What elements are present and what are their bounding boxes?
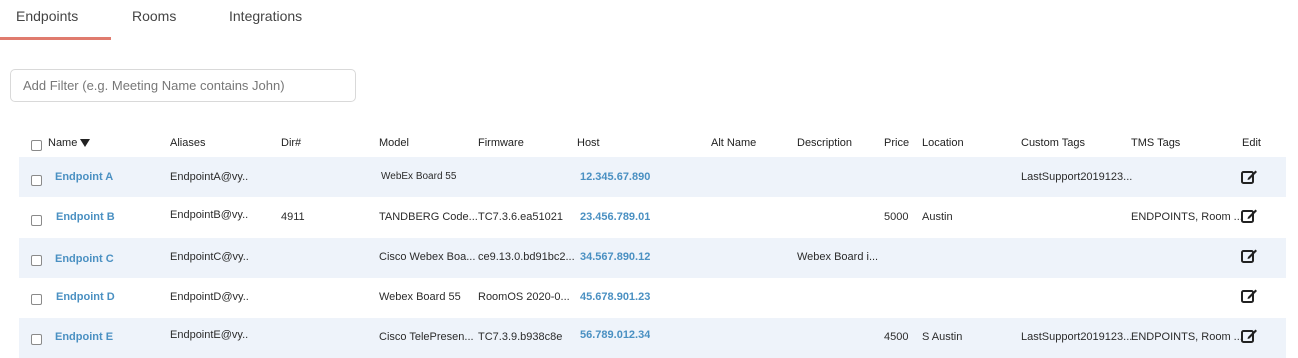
endpoint-name-link[interactable]: Endpoint D <box>56 291 115 303</box>
header-edit: Edit <box>1242 137 1261 149</box>
cell-model: TANDBERG Code... <box>379 211 478 223</box>
row-checkbox[interactable] <box>31 175 42 186</box>
select-all-checkbox[interactable] <box>31 140 42 151</box>
cell-price: 4500 <box>884 331 909 343</box>
cell-tms-tags: ENDPOINTS, Room ... <box>1131 211 1243 223</box>
cell-aliases: EndpointC@vy.. <box>170 251 249 263</box>
endpoint-name-link[interactable]: Endpoint C <box>55 253 114 265</box>
table-row: Endpoint B EndpointB@vy.. 4911 TANDBERG … <box>19 197 1286 237</box>
cell-tms-tags: ENDPOINTS, Room ... <box>1131 331 1243 343</box>
header-description[interactable]: Description <box>797 137 852 149</box>
cell-aliases: EndpointB@vy.. <box>170 209 249 221</box>
cell-host: 23.456.789.01 <box>580 211 651 223</box>
table-row: Endpoint A EndpointA@vy.. WebEx Board 55… <box>19 157 1286 197</box>
header-model[interactable]: Model <box>379 137 409 149</box>
filter-input[interactable] <box>10 69 356 102</box>
tab-endpoints[interactable]: Endpoints <box>16 8 78 24</box>
cell-aliases: EndpointA@vy.. <box>170 171 249 183</box>
header-name-label: Name <box>48 137 78 149</box>
cell-location: Austin <box>922 211 953 223</box>
cell-custom-tags: LastSupport2019123... <box>1021 331 1133 343</box>
header-price[interactable]: Price <box>884 137 909 149</box>
row-checkbox[interactable] <box>31 215 42 226</box>
cell-model: Cisco TelePresen... <box>379 331 474 343</box>
tab-integrations[interactable]: Integrations <box>229 8 302 24</box>
edit-icon[interactable] <box>1240 287 1258 305</box>
table-row: Endpoint D EndpointD@vy.. Webex Board 55… <box>19 278 1286 318</box>
header-tms-tags[interactable]: TMS Tags <box>1131 137 1180 149</box>
tab-bar: Endpoints Rooms Integrations <box>0 0 420 40</box>
cell-location: S Austin <box>922 331 963 343</box>
table-row: Endpoint C EndpointC@vy.. Cisco Webex Bo… <box>19 238 1286 278</box>
cell-aliases: EndpointD@vy.. <box>170 291 249 303</box>
cell-host: 12.345.67.890 <box>580 171 651 183</box>
cell-host: 56.789.012.34 <box>580 329 651 341</box>
cell-dir: 4911 <box>281 211 305 223</box>
cell-custom-tags: LastSupport2019123... <box>1021 171 1133 183</box>
header-dir[interactable]: Dir# <box>281 137 301 149</box>
header-custom-tags[interactable]: Custom Tags <box>1021 137 1085 149</box>
header-name[interactable]: Name <box>48 137 91 149</box>
cell-host: 45.678.901.23 <box>580 291 651 303</box>
cell-model: WebEx Board 55 <box>381 171 457 182</box>
cell-aliases: EndpointE@vy.. <box>170 329 249 341</box>
header-alt-name[interactable]: Alt Name <box>711 137 756 149</box>
edit-icon[interactable] <box>1240 327 1258 345</box>
header-host[interactable]: Host <box>577 137 600 149</box>
row-checkbox[interactable] <box>31 294 42 305</box>
header-aliases[interactable]: Aliases <box>170 137 205 149</box>
active-tab-indicator <box>0 37 111 40</box>
header-firmware[interactable]: Firmware <box>478 137 524 149</box>
sort-desc-icon[interactable] <box>80 139 91 147</box>
cell-firmware: ce9.13.0.bd91bc2... <box>478 251 575 263</box>
cell-firmware: RoomOS 2020-0... <box>478 291 570 303</box>
edit-icon[interactable] <box>1240 207 1258 225</box>
endpoint-name-link[interactable]: Endpoint B <box>56 211 115 223</box>
edit-icon[interactable] <box>1240 168 1258 186</box>
cell-host: 34.567.890.12 <box>580 251 651 263</box>
cell-firmware: TC7.3.6.ea51021 <box>478 211 564 223</box>
cell-model: Webex Board 55 <box>379 291 461 303</box>
row-checkbox[interactable] <box>31 334 42 345</box>
cell-price: 5000 <box>884 211 909 223</box>
endpoint-name-link[interactable]: Endpoint A <box>55 171 113 183</box>
endpoint-name-link[interactable]: Endpoint E <box>55 331 113 343</box>
cell-model: Cisco Webex Boa... <box>379 251 476 263</box>
header-location[interactable]: Location <box>922 137 964 149</box>
edit-icon[interactable] <box>1240 247 1258 265</box>
tab-rooms[interactable]: Rooms <box>132 8 176 24</box>
row-checkbox[interactable] <box>31 255 42 266</box>
cell-description: Webex Board i... <box>797 251 879 263</box>
table-row: Endpoint E EndpointE@vy.. Cisco TelePres… <box>19 318 1286 358</box>
cell-firmware: TC7.3.9.b938c8e <box>478 331 563 343</box>
